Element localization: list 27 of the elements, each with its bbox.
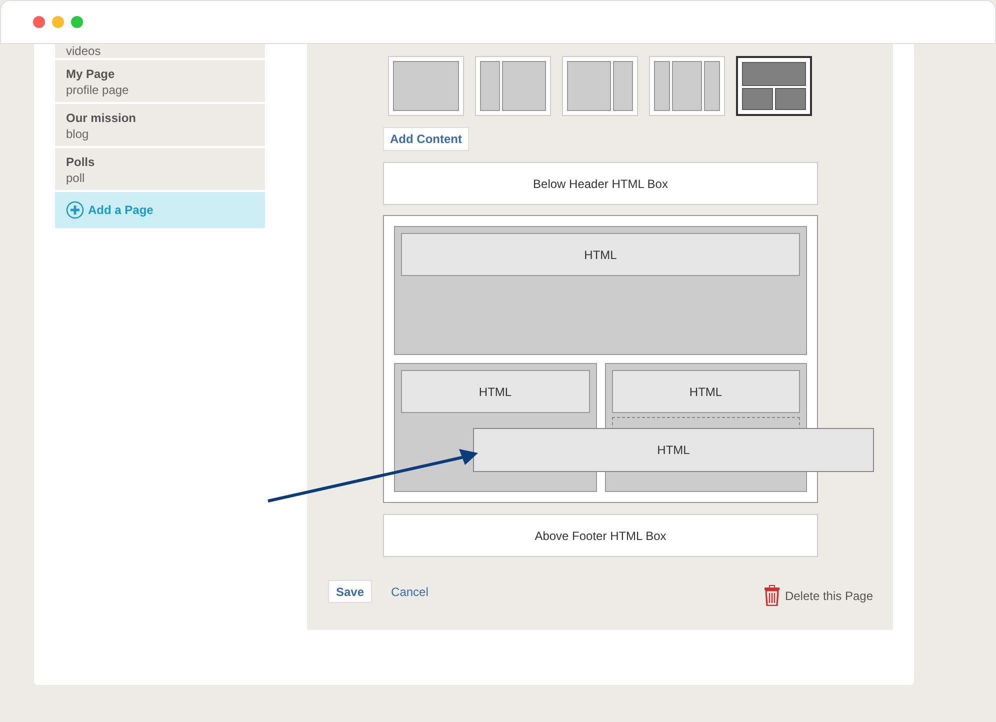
window-control[interactable] xyxy=(52,16,64,28)
add-content-button[interactable]: Add Content xyxy=(383,127,469,151)
window-control[interactable] xyxy=(33,16,45,28)
html-widget[interactable]: HTML xyxy=(401,233,800,276)
page-item[interactable]: Our mission blog xyxy=(55,104,265,146)
save-button[interactable]: Save xyxy=(328,580,372,603)
page-item[interactable]: Polls poll xyxy=(55,148,265,190)
page-title: My Page xyxy=(66,66,116,83)
page-type: poll xyxy=(66,171,86,185)
page-item[interactable]: videos xyxy=(55,44,265,58)
page-type: profile page xyxy=(66,83,130,97)
html-widget[interactable]: HTML xyxy=(401,370,590,413)
page-title: Our mission xyxy=(66,110,138,127)
trash-icon xyxy=(764,585,780,606)
footer-html-box[interactable]: Above Footer HTML Box xyxy=(383,514,818,557)
page-type: videos xyxy=(66,44,102,58)
plus-circle-icon xyxy=(66,201,84,219)
page-item[interactable]: My Page profile page xyxy=(55,60,265,102)
page-type: blog xyxy=(66,127,90,141)
window-control[interactable] xyxy=(71,16,83,28)
cancel-link[interactable]: Cancel xyxy=(391,582,428,600)
header-html-box[interactable]: Below Header HTML Box xyxy=(383,162,818,205)
html-widget[interactable]: HTML xyxy=(612,370,800,413)
page-title: Polls xyxy=(66,154,96,171)
dragged-html-widget[interactable]: HTML xyxy=(473,428,874,472)
delete-page-button[interactable]: Delete this Page xyxy=(764,585,873,606)
layout-option[interactable] xyxy=(736,56,812,116)
